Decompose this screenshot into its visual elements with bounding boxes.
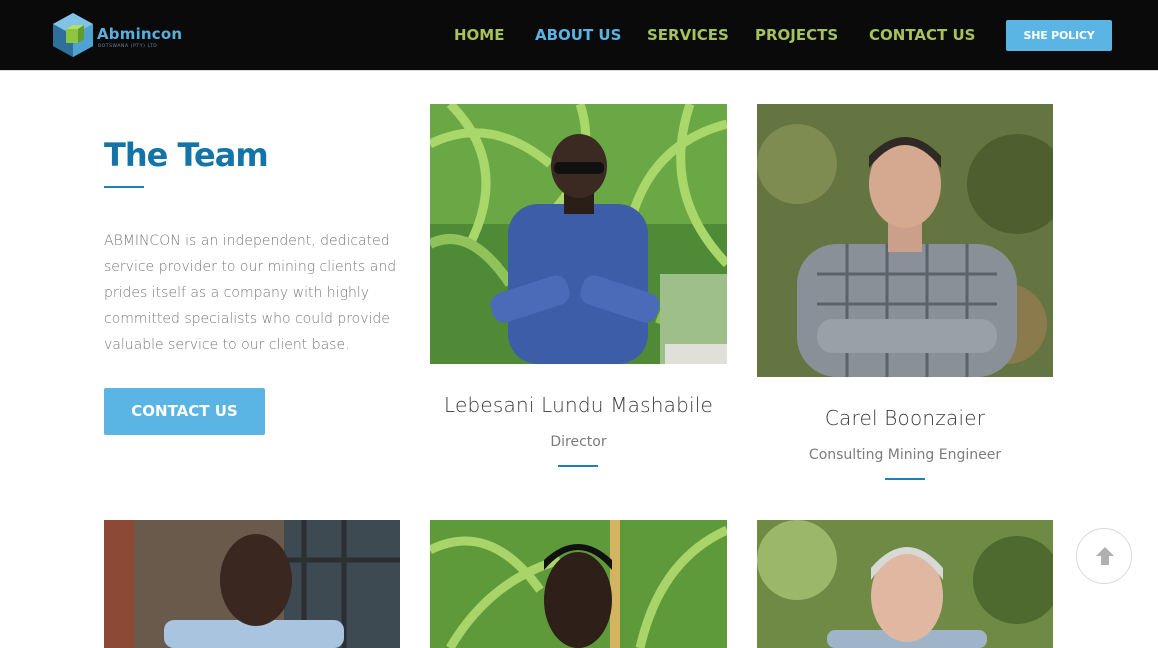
nav-contact-us[interactable]: CONTACT US [869,26,975,44]
member-role: Director [550,434,607,450]
nav-about-us[interactable]: ABOUT US [535,26,621,44]
she-policy-button[interactable]: SHE POLICY [1006,20,1112,51]
arrow-up-icon [1096,547,1114,565]
member-photo-boonzaier [757,104,1053,377]
nav-projects[interactable]: PROJECTS [755,26,838,44]
member-name: Carel Boonzaier [824,406,986,430]
site-header: Abmincon BOTSWANA (PTY) LTD HOME ABOUT U… [0,0,1158,71]
member-divider [885,478,925,480]
member-photo-row2-1 [104,520,400,648]
scroll-to-top-button[interactable] [1076,528,1132,584]
member-photo-row2-2 [430,520,727,648]
nav-services[interactable]: SERVICES [647,26,729,44]
member-role: Consulting Mining Engineer [808,447,1002,463]
site-logo[interactable]: Abmincon BOTSWANA (PTY) LTD [52,12,192,60]
logo-subtitle: BOTSWANA (PTY) LTD [98,44,158,49]
nav-home[interactable]: HOME [454,26,504,44]
member-photo-row2-3 [757,520,1053,648]
title-divider [104,186,144,188]
contact-us-button[interactable]: CONTACT US [104,388,265,435]
logo-wordmark: Abmincon [97,25,183,43]
member-photo-mashabile [430,104,727,364]
member-name: Lebesani Lundu Mashabile [443,393,713,417]
page-title: The Team [104,136,269,174]
intro-paragraph: ABMINCON is an independent, dedicated se… [104,233,397,353]
cube-logo-icon [53,13,93,57]
member-divider [558,465,598,467]
